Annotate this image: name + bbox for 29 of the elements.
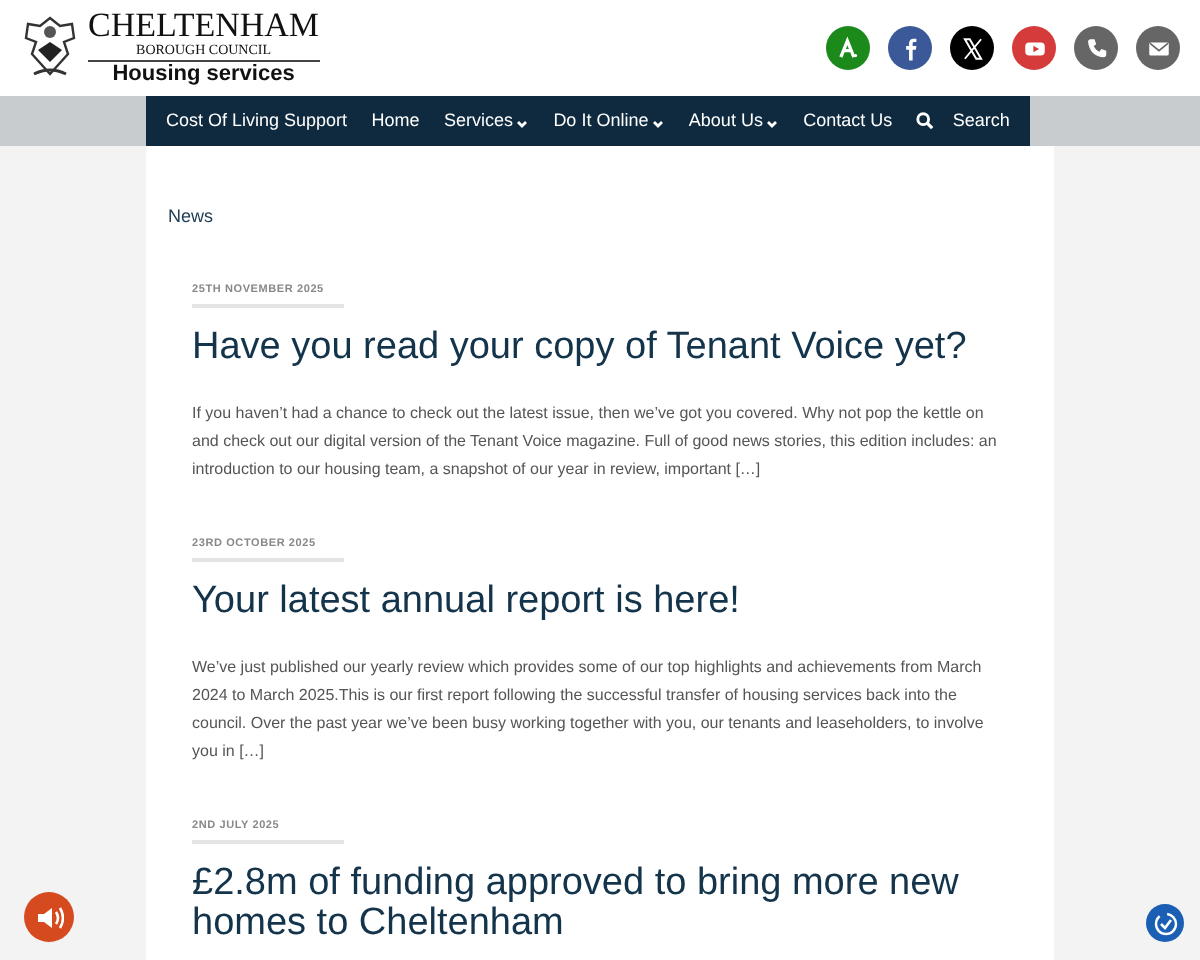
nav-link[interactable]: Contact Us — [803, 107, 893, 135]
facebook-link[interactable] — [888, 26, 932, 70]
accessibility-button[interactable] — [1146, 904, 1184, 942]
logo-title: CHELTENHAM — [88, 8, 320, 42]
post-excerpt: If you haven’t had a chance to check out the latest issue, then we’ve got you covered. Why not pop the kettle on and check out our digital version of the Tenant Voice magazine. Full of good news stories, this edition includes: an introduction to our housing team, a snapshot of our year in review, important […] — [192, 401, 999, 482]
search-icon — [916, 112, 935, 130]
phone-link[interactable] — [1074, 26, 1118, 70]
post-title[interactable]: Have you read your copy of Tenant Voice yet? — [192, 327, 1008, 368]
checkmark-icon — [1153, 911, 1177, 935]
accessibility-link[interactable] — [826, 26, 870, 70]
listen-button[interactable] — [24, 892, 74, 942]
phone-icon — [1083, 35, 1109, 61]
youtube-link[interactable] — [1012, 26, 1056, 70]
nav-link[interactable]: Cost Of Living Support — [166, 107, 348, 135]
email-link[interactable] — [1136, 26, 1180, 70]
nav-menu[interactable]: Services — [443, 107, 529, 135]
speaker-icon — [35, 905, 63, 929]
x-icon — [959, 35, 985, 61]
nav-link[interactable]: Home — [371, 107, 420, 135]
text-icon — [835, 35, 861, 61]
post-excerpt: We’ve just published our yearly review which provides some of our top highlights and achievements from March 2024 to March 2025.This is our first report following the successful transfer of housing services back into the council. Over the past year we’ve been busy working together with you, our tenants and leaseholders, to involve you in […] — [192, 656, 986, 764]
x-link[interactable] — [950, 26, 994, 70]
site-name: Housing services — [112, 62, 295, 88]
post-title[interactable]: £2.8m of funding approved to bring more new homes to Cheltenham — [192, 864, 1008, 945]
nav-menu[interactable]: Do It Online — [553, 107, 665, 135]
post-title[interactable]: Your latest annual report is here! — [192, 582, 1008, 622]
breadcrumb-link[interactable]: News — [168, 204, 1008, 231]
search-link[interactable]: Search — [916, 107, 1010, 135]
nav-menu[interactable]: About Us — [688, 107, 779, 135]
